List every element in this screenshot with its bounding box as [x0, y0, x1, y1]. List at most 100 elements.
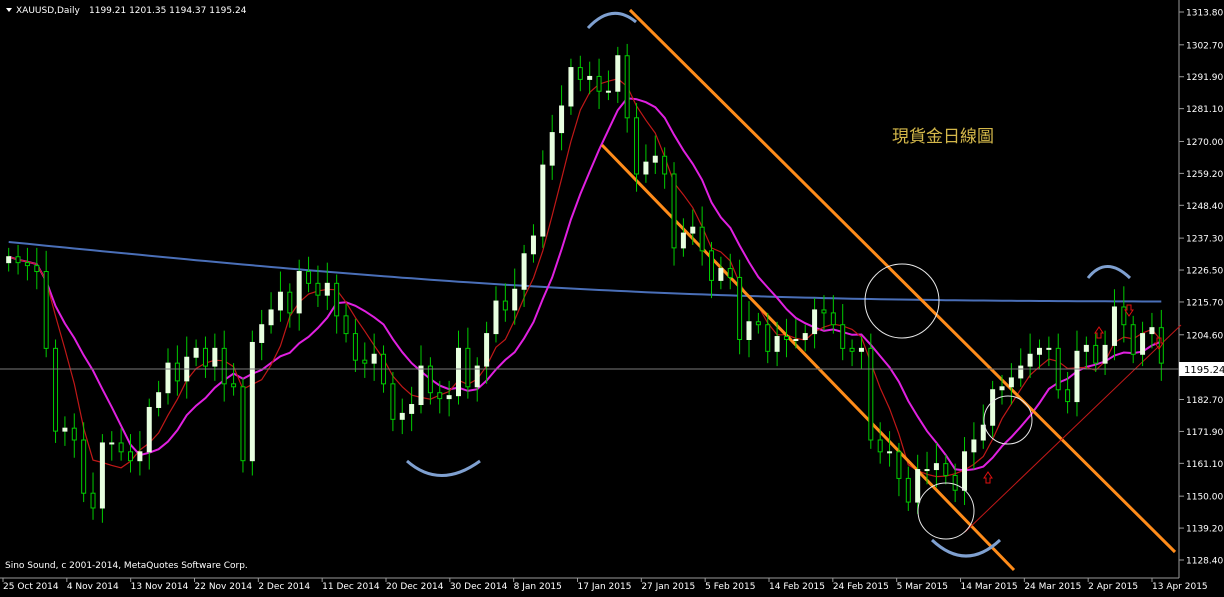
candle-body — [240, 386, 246, 462]
price-tick-label: 1313.80 — [1186, 9, 1223, 19]
candle-body — [699, 226, 705, 252]
candle-body — [680, 232, 686, 249]
candle-body — [662, 155, 668, 175]
candle-body — [1130, 324, 1136, 355]
candle-body — [1018, 365, 1024, 379]
price-tick-label: 1150.00 — [1186, 493, 1223, 503]
candle-body — [615, 55, 621, 92]
price-chart[interactable]: 1313.80 1302.70 1291.90 1281.10 1270.00 1259.… — [0, 0, 1224, 593]
candle-body — [455, 347, 461, 397]
candle-body — [71, 427, 77, 441]
price-tick-label: 1139.20 — [1186, 525, 1223, 535]
candle-body — [690, 226, 696, 234]
time-tick-label: 5 Feb 2015 — [705, 582, 755, 592]
candle-body — [465, 347, 471, 388]
price-tick-label: 1281.10 — [1186, 105, 1223, 115]
candle-body — [840, 324, 846, 349]
candle-body — [174, 362, 180, 382]
candle-body — [596, 75, 602, 92]
ohlc-values: 1199.21 1201.35 1194.37 1195.24 — [89, 6, 247, 16]
candle-body — [1046, 347, 1052, 350]
candle-body — [352, 333, 358, 361]
candle-body — [924, 469, 930, 472]
candle-body — [437, 392, 443, 400]
candle-body — [90, 492, 96, 509]
time-tick-label: 14 Feb 2015 — [769, 582, 825, 592]
candle-body — [933, 463, 939, 471]
candle-body — [652, 155, 658, 163]
time-tick-label: 8 Jan 2015 — [514, 582, 562, 592]
time-tick-label: 14 Mar 2015 — [961, 582, 1018, 592]
candle-body — [999, 386, 1005, 391]
price-tag-label: 1195.24 — [1184, 365, 1224, 376]
chart-canvas[interactable]: 1313.80 1302.70 1291.90 1281.10 1270.00 1259.… — [0, 0, 1224, 593]
time-tick-label: 2 Dec 2014 — [258, 582, 310, 592]
candle-body — [549, 132, 555, 166]
time-tick-label: 4 Nov 2014 — [67, 582, 119, 592]
candle-body — [774, 336, 780, 352]
candle-body — [521, 253, 527, 290]
chart-background — [0, 0, 1224, 593]
candle-body — [605, 90, 611, 93]
candle-body — [109, 442, 115, 445]
candle-body — [1093, 344, 1099, 364]
candle-body — [1140, 333, 1146, 355]
candle-body — [212, 347, 218, 367]
candle-body — [324, 282, 330, 296]
candle-body — [418, 365, 424, 406]
candle-body — [24, 262, 30, 267]
candle-body — [905, 477, 911, 503]
candle-body — [1102, 344, 1108, 364]
candle-body — [1008, 377, 1014, 388]
candle-body — [62, 427, 68, 432]
time-tick-label: 25 Oct 2014 — [3, 582, 59, 592]
price-tick-label: 1237.30 — [1186, 235, 1223, 245]
candle-body — [943, 463, 949, 476]
chart-annotation-text: 現貨金日線圖 — [892, 127, 994, 147]
candle-body — [671, 173, 677, 249]
candle-body — [952, 474, 958, 491]
candle-body — [296, 271, 302, 314]
candle-body — [165, 362, 171, 394]
candle-body — [1065, 389, 1071, 403]
candle-body — [746, 321, 752, 340]
candle-body — [568, 67, 574, 107]
candle-body — [399, 412, 405, 420]
candle-body — [783, 336, 789, 340]
time-tick-label: 11 Dec 2014 — [322, 582, 380, 592]
candle-body — [446, 395, 452, 400]
candle-body — [371, 353, 377, 364]
candle-body — [53, 347, 59, 432]
candle-body — [231, 383, 237, 388]
time-tick-label: 13 Nov 2014 — [131, 582, 189, 592]
candle-body — [249, 341, 255, 462]
price-tick-label: 1215.70 — [1186, 298, 1223, 308]
candle-body — [755, 321, 761, 326]
candle-body — [624, 55, 630, 119]
candle-body — [858, 347, 864, 352]
candle-body — [634, 117, 640, 175]
time-tick-label: 17 Jan 2015 — [578, 582, 632, 592]
candle-body — [202, 347, 208, 367]
candle-body — [502, 300, 508, 311]
candle-body — [577, 67, 583, 80]
candle-body — [915, 469, 921, 503]
candle-body — [765, 324, 771, 352]
candle-body — [156, 392, 162, 408]
candle-body — [887, 451, 893, 454]
time-tick-label: 22 Nov 2014 — [195, 582, 253, 592]
candle-body — [315, 282, 321, 296]
time-tick-label: 13 Apr 2015 — [1152, 582, 1208, 592]
candle-body — [287, 291, 293, 314]
candle-body — [971, 439, 977, 453]
candle-body — [1027, 353, 1033, 367]
price-tick-label: 1204.60 — [1186, 331, 1223, 341]
candle-body — [137, 451, 143, 462]
candle-body — [559, 105, 565, 134]
candle-body — [962, 451, 968, 491]
candle-body — [43, 271, 49, 349]
candle-body — [990, 389, 996, 426]
price-tick-label: 1171.90 — [1186, 428, 1223, 438]
candle-body — [1074, 350, 1080, 403]
price-tick-label: 1248.40 — [1186, 202, 1223, 212]
